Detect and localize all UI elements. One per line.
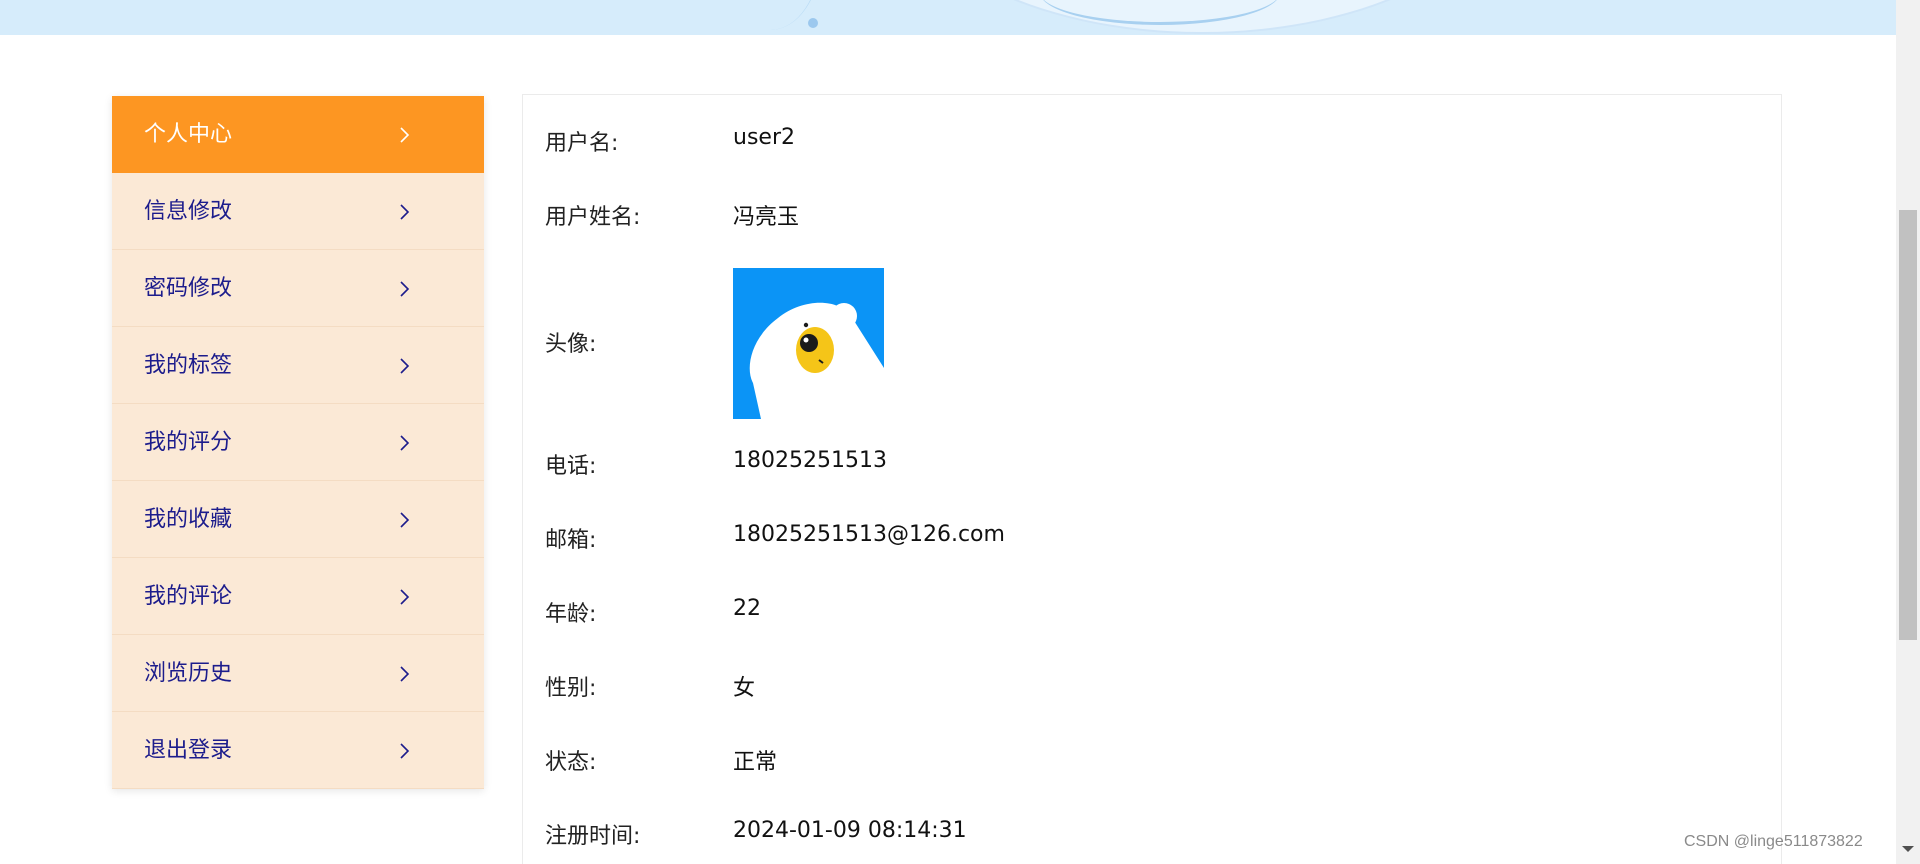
gender-value: 女 bbox=[733, 676, 756, 701]
sidebar-item-edit-info[interactable]: 信息修改 bbox=[112, 173, 484, 250]
email-value: 18025251513@126.com bbox=[733, 522, 1005, 547]
sidebar-item-label: 浏览历史 bbox=[144, 661, 233, 686]
field-label: 年龄: bbox=[545, 602, 597, 627]
age-value: 22 bbox=[733, 596, 761, 621]
sidebar-item-label: 我的标签 bbox=[144, 353, 233, 378]
sidebar-item-my-tags[interactable]: 我的标签 bbox=[112, 327, 484, 404]
watermark: CSDN @linge511873822 bbox=[1684, 833, 1863, 850]
avatar bbox=[733, 268, 884, 419]
banner-decoration-curve bbox=[720, 0, 821, 30]
banner-decoration-dot bbox=[808, 18, 818, 28]
username-value: user2 bbox=[733, 125, 795, 150]
chevron-right-icon bbox=[396, 663, 414, 685]
user-center-sidebar: 个人中心 信息修改 密码修改 我的标签 我的评分 我的收藏 我的评论 浏览历史 … bbox=[112, 96, 484, 789]
phone-value: 18025251513 bbox=[733, 448, 887, 473]
chevron-right-icon bbox=[396, 278, 414, 300]
chevron-right-icon bbox=[396, 740, 414, 762]
sidebar-item-my-comments[interactable]: 我的评论 bbox=[112, 558, 484, 635]
status-value: 正常 bbox=[733, 750, 778, 775]
sidebar-item-my-favorites[interactable]: 我的收藏 bbox=[112, 481, 484, 558]
field-label: 电话: bbox=[545, 454, 597, 479]
register-time-value: 2024-01-09 08:14:31 bbox=[733, 818, 967, 843]
sidebar-item-label: 我的评分 bbox=[144, 430, 233, 455]
field-label: 用户姓名: bbox=[545, 205, 641, 230]
field-label: 邮箱: bbox=[545, 528, 597, 553]
chevron-right-icon bbox=[396, 509, 414, 531]
sidebar-item-label: 密码修改 bbox=[144, 276, 233, 301]
chevron-right-icon bbox=[396, 355, 414, 377]
sidebar-item-personal-center[interactable]: 个人中心 bbox=[112, 96, 484, 173]
sidebar-item-change-password[interactable]: 密码修改 bbox=[112, 250, 484, 327]
field-label: 性别: bbox=[545, 676, 597, 701]
field-label: 状态: bbox=[545, 750, 597, 775]
scrollbar-thumb[interactable] bbox=[1899, 210, 1917, 640]
sidebar-item-browse-history[interactable]: 浏览历史 bbox=[112, 635, 484, 712]
sidebar-item-label: 信息修改 bbox=[144, 199, 233, 224]
sidebar-item-label: 我的收藏 bbox=[144, 507, 233, 532]
field-label: 注册时间: bbox=[545, 824, 641, 849]
scroll-down-arrow-icon[interactable] bbox=[1902, 846, 1914, 852]
chevron-right-icon bbox=[396, 201, 414, 223]
field-label: 用户名: bbox=[545, 131, 619, 156]
field-label: 头像: bbox=[545, 332, 597, 357]
realname-value: 冯亮玉 bbox=[733, 205, 800, 230]
page-scrollbar[interactable] bbox=[1896, 0, 1920, 864]
chevron-right-icon bbox=[396, 432, 414, 454]
sidebar-item-logout[interactable]: 退出登录 bbox=[112, 712, 484, 789]
profile-panel: 用户名: user2 用户姓名: 冯亮玉 头像: 电话: 18025251513… bbox=[522, 94, 1782, 864]
sidebar-item-label: 退出登录 bbox=[144, 738, 233, 763]
header-banner bbox=[0, 0, 1896, 35]
page: 个人中心 信息修改 密码修改 我的标签 我的评分 我的收藏 我的评论 浏览历史 … bbox=[0, 0, 1920, 864]
profile-row-avatar: 头像: bbox=[545, 268, 1745, 419]
sidebar-item-my-ratings[interactable]: 我的评分 bbox=[112, 404, 484, 481]
chevron-right-icon bbox=[396, 124, 414, 146]
sidebar-item-label: 我的评论 bbox=[144, 584, 233, 609]
chevron-right-icon bbox=[396, 586, 414, 608]
sidebar-item-label: 个人中心 bbox=[144, 122, 233, 147]
bear-avatar-icon bbox=[733, 268, 884, 419]
